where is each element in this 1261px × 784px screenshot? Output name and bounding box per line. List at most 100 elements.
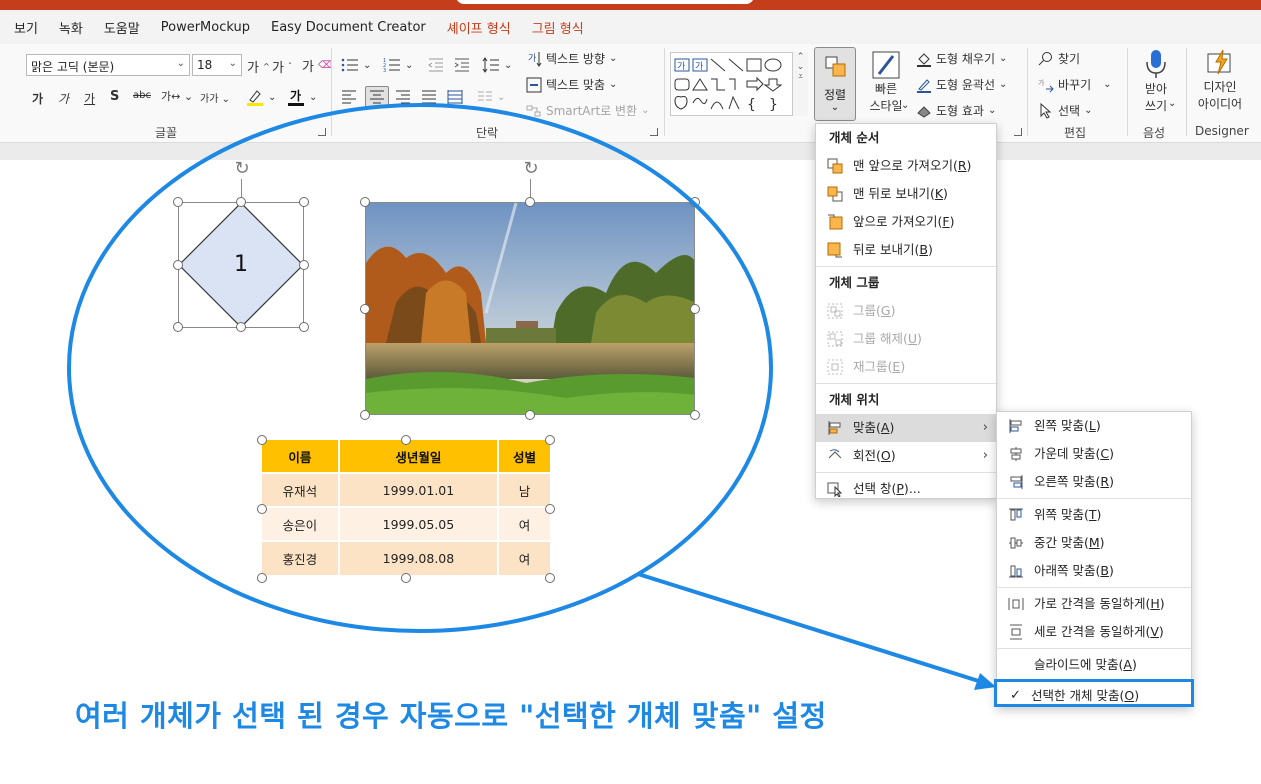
resize-handle[interactable]	[690, 197, 700, 207]
find-button[interactable]: 찾기	[1038, 50, 1080, 67]
tab-help[interactable]: 도움말	[104, 18, 140, 37]
rotate-submenu-item[interactable]: 회전(O) ›	[816, 442, 996, 470]
text-direction-button[interactable]: 가 텍스트 방향 ⌄	[526, 50, 617, 67]
align-left-icon[interactable]	[341, 89, 357, 105]
align-text-button[interactable]: 텍스트 맞춤 ⌄	[526, 76, 617, 93]
resize-handle[interactable]	[257, 504, 267, 514]
align-right-item[interactable]: 오른쪽 맞춤(R)	[997, 468, 1191, 496]
arrange-button[interactable]: 정렬 ⌄	[814, 47, 856, 121]
align-top-item[interactable]: 위쪽 맞춤(T)	[997, 501, 1191, 529]
align-selected-objects-item[interactable]: ✓ 선택한 개체 맞춤(O)	[994, 679, 1194, 707]
align-center-item[interactable]: 가운데 맞춤(C)	[997, 440, 1191, 468]
strikethrough-icon[interactable]: abc	[133, 90, 151, 101]
resize-handle[interactable]	[545, 573, 555, 583]
select-button[interactable]: 선택 ⌄	[1038, 102, 1092, 119]
resize-handle[interactable]	[299, 197, 309, 207]
table-cell[interactable]: 홍진경	[262, 540, 340, 575]
regroup-item[interactable]: 재그룹(E)	[816, 353, 996, 381]
tab-view[interactable]: 보기	[14, 18, 38, 37]
table-cell[interactable]: 여	[498, 540, 550, 575]
ungroup-item[interactable]: 그룹 해제(U)	[816, 325, 996, 353]
italic-icon[interactable]: 가	[58, 90, 69, 107]
font-color-icon[interactable]: 가 ⌄	[287, 88, 317, 106]
resize-handle[interactable]	[173, 260, 183, 270]
numbering-icon[interactable]: 1 2 3 ⌄	[383, 57, 413, 73]
chevron-up-icon[interactable]: ⌃	[793, 52, 808, 62]
design-ideas-button[interactable]: 디자인 아이디어	[1192, 48, 1248, 112]
table-cell[interactable]: 여	[498, 506, 550, 541]
align-to-slide-item[interactable]: 슬라이드에 맞춤(A)	[997, 651, 1191, 679]
text-shadow-icon[interactable]: S	[110, 89, 119, 104]
resize-handle[interactable]	[173, 197, 183, 207]
shape-fill-button[interactable]: 도형 채우기 ⌄	[916, 50, 1007, 67]
font-size-combo[interactable]: 18 ⌄	[192, 54, 242, 76]
shape-outline-button[interactable]: 도형 윤곽선 ⌄	[916, 76, 1007, 93]
shape-effects-button[interactable]: 도형 효과 ⌄	[916, 102, 996, 119]
table-cell[interactable]: 유재석	[262, 472, 340, 507]
resize-handle[interactable]	[173, 322, 183, 332]
character-spacing-icon[interactable]: 가↔ ⌄	[161, 88, 193, 104]
replace-button[interactable]: 가 바꾸기 ⌄	[1038, 76, 1112, 93]
tab-record[interactable]: 녹화	[59, 18, 83, 37]
table-cell[interactable]: 1999.05.05	[338, 506, 500, 541]
highlight-color-icon[interactable]: ⌄	[246, 88, 276, 106]
selection-pane-item[interactable]: 선택 창(P)...	[816, 475, 996, 503]
columns-icon[interactable]: ⌄	[477, 89, 505, 105]
gallery-scroll[interactable]: ⌃ ⌄ ⩡	[792, 52, 808, 116]
resize-handle[interactable]	[257, 435, 267, 445]
chevron-down-icon[interactable]: ⌄	[793, 62, 808, 72]
column-header-birthdate[interactable]: 생년월일	[338, 440, 500, 473]
rotate-handle-icon[interactable]: ↻	[232, 159, 252, 179]
clear-formatting-icon[interactable]: 가 ⌫	[302, 56, 332, 75]
resize-handle[interactable]	[257, 573, 267, 583]
landscape-photo[interactable]	[365, 202, 695, 415]
diamond-text[interactable]: 1	[178, 252, 304, 277]
rotate-handle-icon[interactable]: ↻	[521, 159, 541, 179]
tab-picture-format[interactable]: 그림 형식	[532, 18, 584, 37]
people-table[interactable]: 이름 생년월일 성별 유재석 1999.01.01 남 송은이 1999.05.…	[262, 440, 550, 575]
resize-handle[interactable]	[525, 197, 535, 207]
resize-handle[interactable]	[525, 410, 535, 420]
resize-handle[interactable]	[360, 410, 370, 420]
send-backward-item[interactable]: 뒤로 보내기(B)	[816, 236, 996, 264]
send-to-back-item[interactable]: 맨 뒤로 보내기(K)	[816, 180, 996, 208]
quick-styles-button[interactable]: 빠른 스타일	[866, 50, 906, 114]
align-bottom-item[interactable]: 아래쪽 맞춤(B)	[997, 557, 1191, 585]
align-middle-item[interactable]: 중간 맞춤(M)	[997, 529, 1191, 557]
distribute-vertically-item[interactable]: 세로 간격을 동일하게(V)	[997, 618, 1191, 646]
decrease-font-size-icon[interactable]: 가ˇ	[272, 57, 292, 76]
table-cell[interactable]: 송은이	[262, 506, 340, 541]
align-right-icon[interactable]	[395, 89, 411, 105]
dialog-launcher-icon[interactable]	[318, 128, 326, 136]
search-box[interactable]	[456, 0, 754, 4]
resize-handle[interactable]	[401, 435, 411, 445]
resize-handle[interactable]	[545, 435, 555, 445]
table-cell[interactable]: 남	[498, 472, 550, 507]
resize-handle[interactable]	[299, 260, 309, 270]
resize-handle[interactable]	[299, 322, 309, 332]
underline-icon[interactable]: 가	[84, 90, 95, 107]
justify-icon[interactable]	[421, 89, 437, 105]
resize-handle[interactable]	[236, 322, 246, 332]
gallery-more-icon[interactable]: ⩡	[793, 72, 808, 82]
resize-handle[interactable]	[360, 197, 370, 207]
distribute-horizontally-item[interactable]: 가로 간격을 동일하게(H)	[997, 590, 1191, 618]
resize-handle[interactable]	[236, 197, 246, 207]
resize-handle[interactable]	[360, 304, 370, 314]
bring-forward-item[interactable]: 앞으로 가져오기(F)	[816, 208, 996, 236]
shapes-gallery[interactable]: 가 가 { }	[670, 52, 808, 116]
bold-icon[interactable]: 가	[32, 90, 43, 107]
tab-shape-format[interactable]: 셰이프 형식	[447, 18, 511, 37]
group-item[interactable]: 그룹(G)	[816, 297, 996, 325]
tab-powermockup[interactable]: PowerMockup	[161, 20, 250, 35]
bring-to-front-item[interactable]: 맨 앞으로 가져오기(R)	[816, 152, 996, 180]
distributed-icon[interactable]	[447, 89, 463, 105]
table-cell[interactable]: 1999.08.08	[338, 540, 500, 575]
resize-handle[interactable]	[545, 504, 555, 514]
bullets-icon[interactable]: ⌄	[341, 57, 371, 73]
dialog-launcher-icon[interactable]	[650, 128, 658, 136]
resize-handle[interactable]	[401, 573, 411, 583]
align-left-item[interactable]: 왼쪽 맞춤(L)	[997, 412, 1191, 440]
change-case-icon[interactable]: 가가 ⌄	[200, 90, 230, 105]
align-submenu-item[interactable]: 맞춤(A) ›	[816, 414, 996, 442]
